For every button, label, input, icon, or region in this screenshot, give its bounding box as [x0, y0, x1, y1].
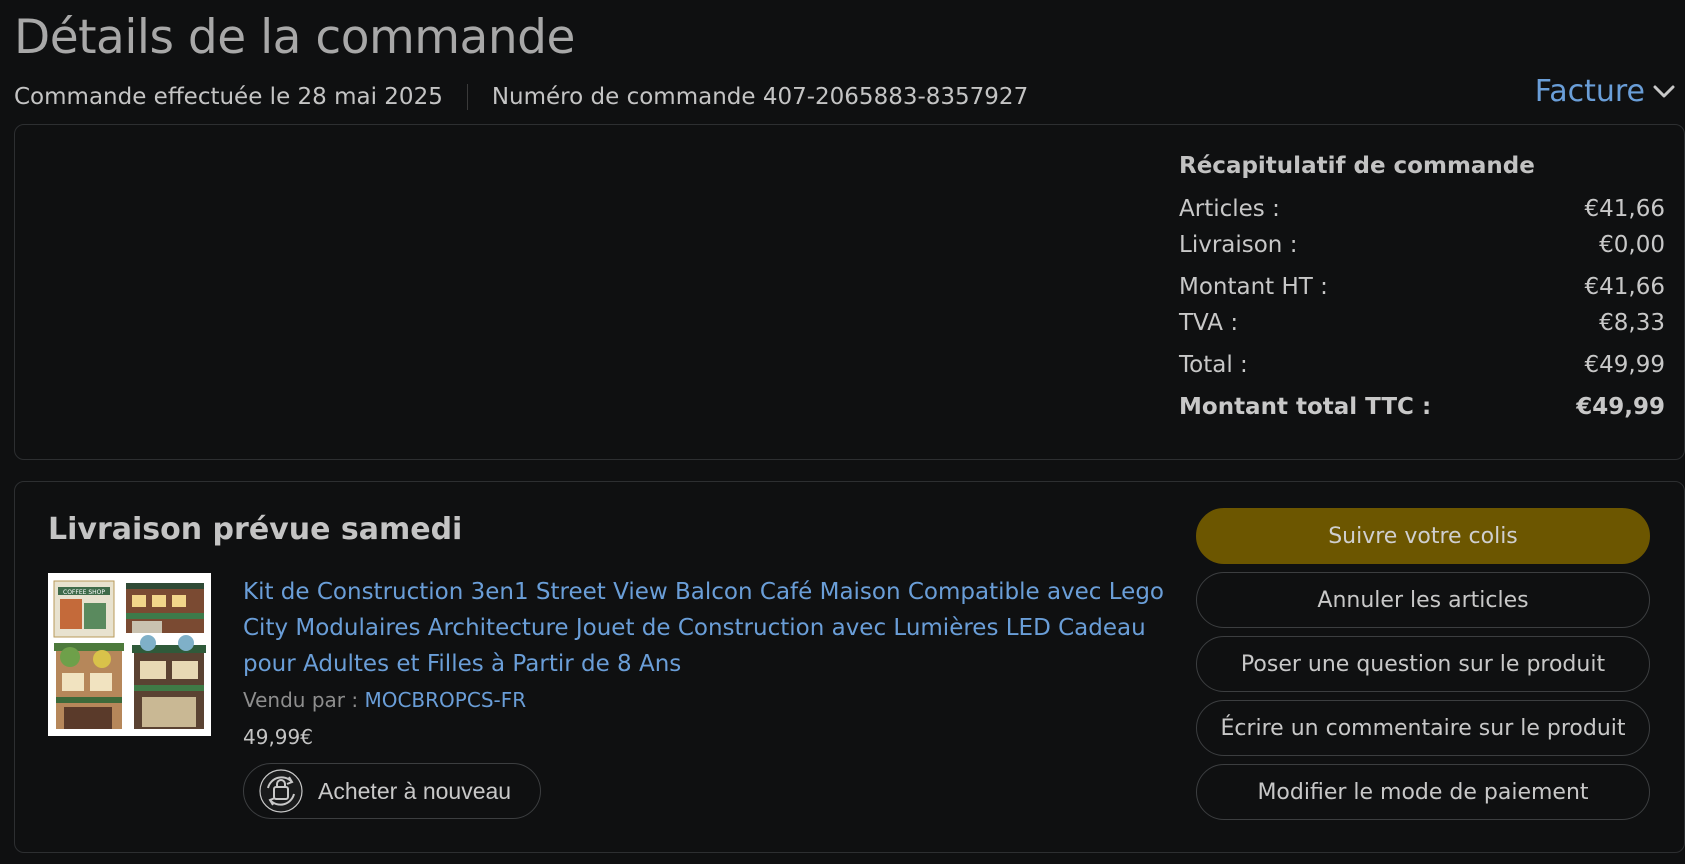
- seller-info: Vendu par : MOCBROPCS-FR: [243, 688, 526, 712]
- image-caption: COFFEE SHOP: [63, 589, 105, 596]
- rebuy-icon: [259, 769, 303, 813]
- summary-value: €49,99: [1584, 352, 1665, 378]
- summary-label: Total :: [1179, 352, 1248, 378]
- summary-row-tva: TVA : €8,33: [1179, 305, 1665, 341]
- product-price: 49,99€: [243, 725, 313, 749]
- invoice-label: Facture: [1534, 74, 1645, 109]
- page-title: Détails de la commande: [14, 10, 575, 65]
- buy-again-button[interactable]: Acheter à nouveau: [243, 763, 541, 819]
- summary-row-articles: Articles : €41,66: [1179, 191, 1665, 227]
- write-review-button[interactable]: Écrire un commentaire sur le produit: [1196, 700, 1650, 756]
- summary-label: TVA :: [1179, 310, 1239, 336]
- grand-total-label: Montant total TTC :: [1179, 394, 1432, 420]
- track-package-button[interactable]: Suivre votre colis: [1196, 508, 1650, 564]
- summary-value: €0,00: [1599, 232, 1665, 258]
- order-actions: Suivre votre colis Annuler les articles …: [1196, 508, 1650, 820]
- summary-label: Articles :: [1179, 196, 1280, 222]
- ask-product-question-button[interactable]: Poser une question sur le produit: [1196, 636, 1650, 692]
- meta-divider: [466, 84, 468, 110]
- buy-again-label: Acheter à nouveau: [318, 777, 512, 804]
- cancel-items-button[interactable]: Annuler les articles: [1196, 572, 1650, 628]
- order-number: Numéro de commande 407-2065883-8357927: [491, 84, 1029, 110]
- delivery-card: Livraison prévue samedi COFFEE SHOP Kit …: [14, 481, 1685, 853]
- product-thumbnail-graphic: COFFEE SHOP: [48, 573, 211, 736]
- invoice-dropdown[interactable]: Facture: [1535, 74, 1675, 109]
- summary-value: €41,66: [1584, 196, 1665, 222]
- order-meta: Commande effectuée le 28 mai 2025 Numéro…: [14, 84, 1028, 110]
- summary-value: €41,66: [1584, 274, 1665, 300]
- summary-row-livraison: Livraison : €0,00: [1179, 227, 1665, 263]
- summary-label: Montant HT :: [1179, 274, 1328, 300]
- order-summary-card: Récapitulatif de commande Articles : €41…: [14, 124, 1685, 460]
- order-summary: Récapitulatif de commande Articles : €41…: [1179, 153, 1665, 425]
- summary-value: €8,33: [1599, 310, 1665, 336]
- summary-row-total: Total : €49,99: [1179, 347, 1665, 383]
- product-title-link[interactable]: Kit de Construction 3en1 Street View Bal…: [243, 574, 1183, 682]
- summary-label: Livraison :: [1179, 232, 1298, 258]
- summary-row-montant-ht: Montant HT : €41,66: [1179, 269, 1665, 305]
- chevron-down-icon: [1653, 85, 1675, 97]
- summary-row-grand-total: Montant total TTC : €49,99: [1179, 389, 1665, 425]
- product-image[interactable]: COFFEE SHOP: [48, 573, 211, 736]
- sold-by-label: Vendu par :: [243, 688, 359, 712]
- delivery-title: Livraison prévue samedi: [48, 512, 463, 547]
- seller-link[interactable]: MOCBROPCS-FR: [364, 688, 526, 712]
- change-payment-method-button[interactable]: Modifier le mode de paiement: [1196, 764, 1650, 820]
- summary-title: Récapitulatif de commande: [1179, 153, 1535, 179]
- grand-total-value: €49,99: [1576, 394, 1665, 420]
- order-date: Commande effectuée le 28 mai 2025: [14, 84, 443, 110]
